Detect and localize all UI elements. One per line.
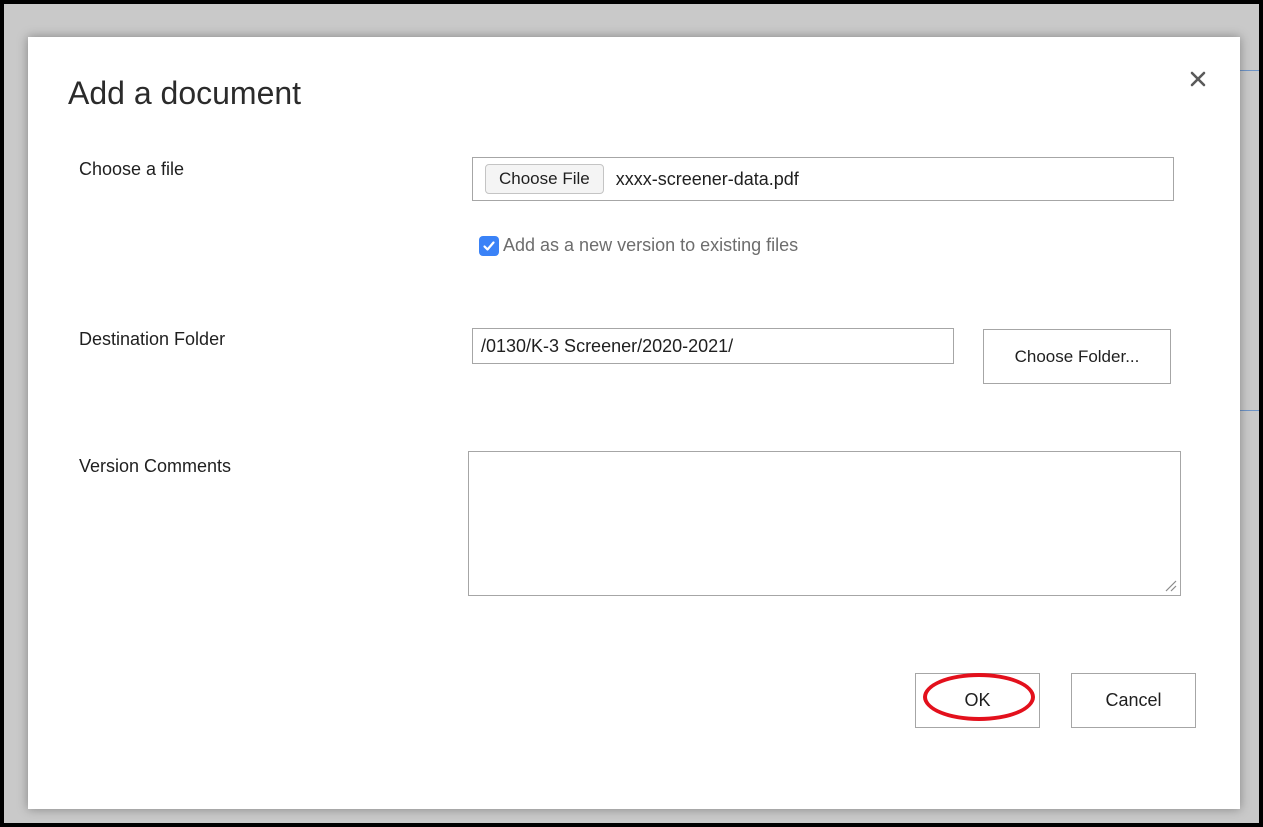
destination-folder-label: Destination Folder	[79, 329, 226, 349]
choose-folder-button[interactable]: Choose Folder...	[983, 329, 1171, 384]
background-divider	[1240, 70, 1259, 71]
cancel-button[interactable]: Cancel	[1071, 673, 1196, 728]
selected-file-name: xxxx-screener-data.pdf	[615, 168, 799, 189]
choose-file-button[interactable]: Choose File	[485, 164, 604, 194]
resize-grip-icon[interactable]	[1165, 580, 1177, 592]
file-picker[interactable]: Choose File xxxx-screener-data.pdf	[472, 157, 1174, 201]
version-comments-label: Version Comments	[79, 456, 232, 476]
checkmark-icon	[483, 240, 495, 251]
destination-folder-input[interactable]	[472, 328, 954, 364]
close-icon[interactable]	[1184, 65, 1212, 93]
add-version-label[interactable]: Add as a new version to existing files	[503, 235, 798, 256]
background-divider	[1240, 410, 1259, 411]
screenshot-frame: Add a document Choose a file Choose File…	[0, 0, 1263, 827]
version-comments-field[interactable]	[468, 451, 1181, 596]
ok-button[interactable]: OK	[915, 673, 1040, 728]
add-version-option[interactable]: Add as a new version to existing files	[479, 235, 798, 256]
add-version-checkbox[interactable]	[479, 235, 499, 256]
dialog-title: Add a document	[68, 75, 302, 111]
add-document-dialog: Add a document Choose a file Choose File…	[28, 37, 1240, 809]
choose-file-label: Choose a file	[79, 159, 185, 179]
